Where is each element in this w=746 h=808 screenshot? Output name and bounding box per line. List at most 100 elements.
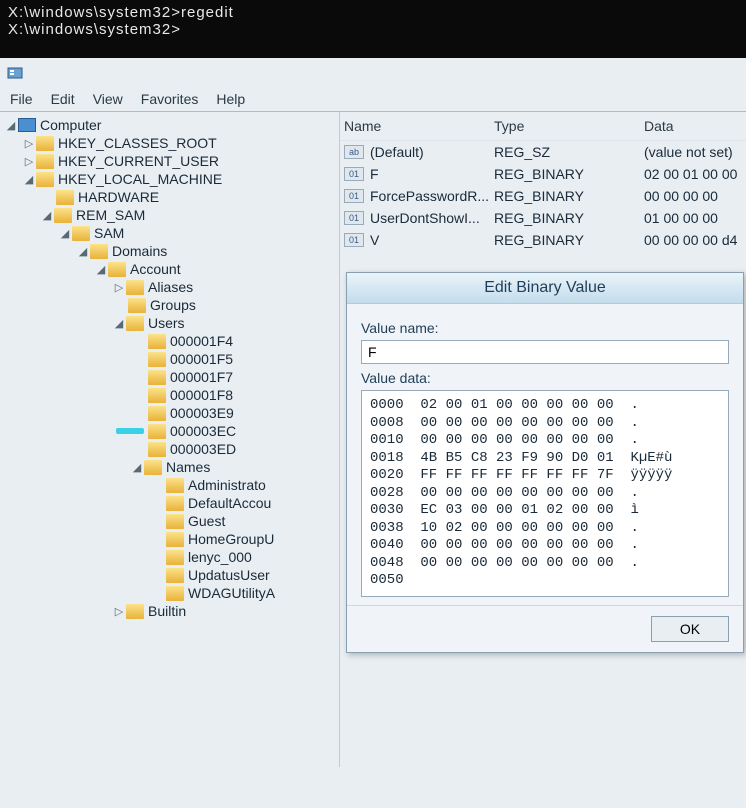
value-name: F: [370, 166, 379, 182]
tree-node[interactable]: WDAGUtilityA: [188, 585, 275, 601]
tree-node[interactable]: Guest: [188, 513, 225, 529]
expander-icon[interactable]: ▷: [22, 137, 36, 150]
value-type-icon: ab: [344, 145, 364, 159]
expander-icon[interactable]: ◢: [58, 227, 72, 240]
value-data: 01 00 00 00: [644, 210, 742, 226]
value-type: REG_BINARY: [494, 166, 644, 182]
value-row[interactable]: 01ForcePasswordR...REG_BINARY00 00 00 00: [340, 185, 746, 207]
col-data[interactable]: Data: [644, 118, 742, 134]
tree-node[interactable]: 000003ED: [170, 441, 236, 457]
tree-node[interactable]: 000003E9: [170, 405, 234, 421]
col-type[interactable]: Type: [494, 118, 644, 134]
tree-node-computer[interactable]: Computer: [40, 117, 101, 133]
folder-icon: [54, 208, 72, 223]
tree-node[interactable]: 000001F7: [170, 369, 233, 385]
folder-icon: [166, 496, 184, 511]
value-data: (value not set): [644, 144, 742, 160]
folder-icon: [166, 568, 184, 583]
tree-node[interactable]: Domains: [112, 243, 167, 259]
folder-icon: [126, 316, 144, 331]
tree-node[interactable]: Builtin: [148, 603, 186, 619]
cmd-line: X:\windows\system32>: [8, 21, 738, 38]
value-type-icon: 01: [344, 233, 364, 247]
folder-icon: [72, 226, 90, 241]
registry-tree[interactable]: ◢ Computer ▷ HKEY_CLASSES_ROOT ▷ HKEY_CURRE…: [0, 112, 340, 767]
value-name: UserDontShowI...: [370, 210, 480, 226]
tree-node-selected[interactable]: 000003EC: [170, 423, 236, 439]
folder-icon: [126, 604, 144, 619]
folder-icon: [128, 298, 146, 313]
tree-node[interactable]: DefaultAccou: [188, 495, 271, 511]
value-row[interactable]: 01UserDontShowI...REG_BINARY01 00 00 00: [340, 207, 746, 229]
value-name: (Default): [370, 144, 424, 160]
tree-node[interactable]: HARDWARE: [78, 189, 159, 205]
folder-icon: [144, 460, 162, 475]
expander-icon[interactable]: ▷: [22, 155, 36, 168]
tree-node[interactable]: Groups: [150, 297, 196, 313]
folder-icon: [166, 514, 184, 529]
value-row[interactable]: ab (Default) REG_SZ(value not set): [340, 141, 746, 163]
value-name-input[interactable]: [361, 340, 729, 364]
expander-icon[interactable]: ◢: [4, 119, 18, 132]
tree-node[interactable]: Aliases: [148, 279, 193, 295]
tree-node[interactable]: HKEY_CLASSES_ROOT: [58, 135, 217, 151]
expander-icon[interactable]: ◢: [112, 317, 126, 330]
value-data: 00 00 00 00 d4: [644, 232, 742, 248]
cmd-line: X:\windows\system32>regedit: [8, 4, 738, 21]
menu-help[interactable]: Help: [216, 91, 245, 107]
tree-node[interactable]: lenyc_000: [188, 549, 252, 565]
value-type: REG_BINARY: [494, 232, 644, 248]
value-type-icon: 01: [344, 211, 364, 225]
values-pane: Name Type Data ab (Default) REG_SZ(value n…: [340, 112, 746, 767]
ok-button[interactable]: OK: [651, 616, 729, 642]
menu-view[interactable]: View: [93, 91, 123, 107]
value-data-label: Value data:: [361, 370, 729, 386]
menu-file[interactable]: File: [10, 91, 33, 107]
value-type-icon: 01: [344, 167, 364, 181]
folder-icon: [36, 172, 54, 187]
tree-node[interactable]: HKEY_LOCAL_MACHINE: [58, 171, 222, 187]
tree-node[interactable]: Names: [166, 459, 210, 475]
folder-icon: [148, 388, 166, 403]
value-row[interactable]: 01 F REG_BINARY02 00 01 00 00: [340, 163, 746, 185]
expander-icon[interactable]: ◢: [40, 209, 54, 222]
folder-icon: [166, 478, 184, 493]
tree-node[interactable]: Account: [130, 261, 181, 277]
col-name[interactable]: Name: [344, 118, 494, 134]
expander-icon[interactable]: ◢: [94, 263, 108, 276]
value-name: ForcePasswordR...: [370, 188, 489, 204]
expander-icon[interactable]: ◢: [22, 173, 36, 186]
menu-favorites[interactable]: Favorites: [141, 91, 199, 107]
computer-icon: [18, 118, 36, 132]
folder-icon: [148, 352, 166, 367]
highlight-marker: [116, 428, 144, 434]
folder-icon: [166, 586, 184, 601]
folder-icon: [148, 442, 166, 457]
expander-icon[interactable]: ▷: [112, 281, 126, 294]
tree-node[interactable]: 000001F5: [170, 351, 233, 367]
value-data: 00 00 00 00: [644, 188, 742, 204]
tree-node[interactable]: REM_SAM: [76, 207, 145, 223]
tree-node[interactable]: 000001F4: [170, 333, 233, 349]
expander-icon[interactable]: ▷: [112, 605, 126, 618]
tree-node[interactable]: SAM: [94, 225, 124, 241]
edit-binary-dialog: Edit Binary Value Value name: Value data…: [346, 272, 744, 653]
tree-node[interactable]: 000001F8: [170, 387, 233, 403]
value-type: REG_SZ: [494, 144, 644, 160]
tree-node[interactable]: UpdatusUser: [188, 567, 270, 583]
app-icon: [0, 58, 746, 87]
value-data: 02 00 01 00 00: [644, 166, 742, 182]
tree-node[interactable]: Users: [148, 315, 185, 331]
dialog-title: Edit Binary Value: [347, 273, 743, 304]
hex-editor[interactable]: 0000 02 00 01 00 00 00 00 00 . 0008 00 0…: [361, 390, 729, 597]
tree-node[interactable]: HKEY_CURRENT_USER: [58, 153, 219, 169]
folder-icon: [36, 154, 54, 169]
value-row[interactable]: 01VREG_BINARY00 00 00 00 d4: [340, 229, 746, 251]
expander-icon[interactable]: ◢: [76, 245, 90, 258]
menu-edit[interactable]: Edit: [51, 91, 75, 107]
folder-icon: [148, 370, 166, 385]
expander-icon[interactable]: ◢: [130, 461, 144, 474]
menu-bar: File Edit View Favorites Help: [0, 87, 746, 112]
tree-node[interactable]: Administrato: [188, 477, 266, 493]
tree-node[interactable]: HomeGroupU: [188, 531, 274, 547]
